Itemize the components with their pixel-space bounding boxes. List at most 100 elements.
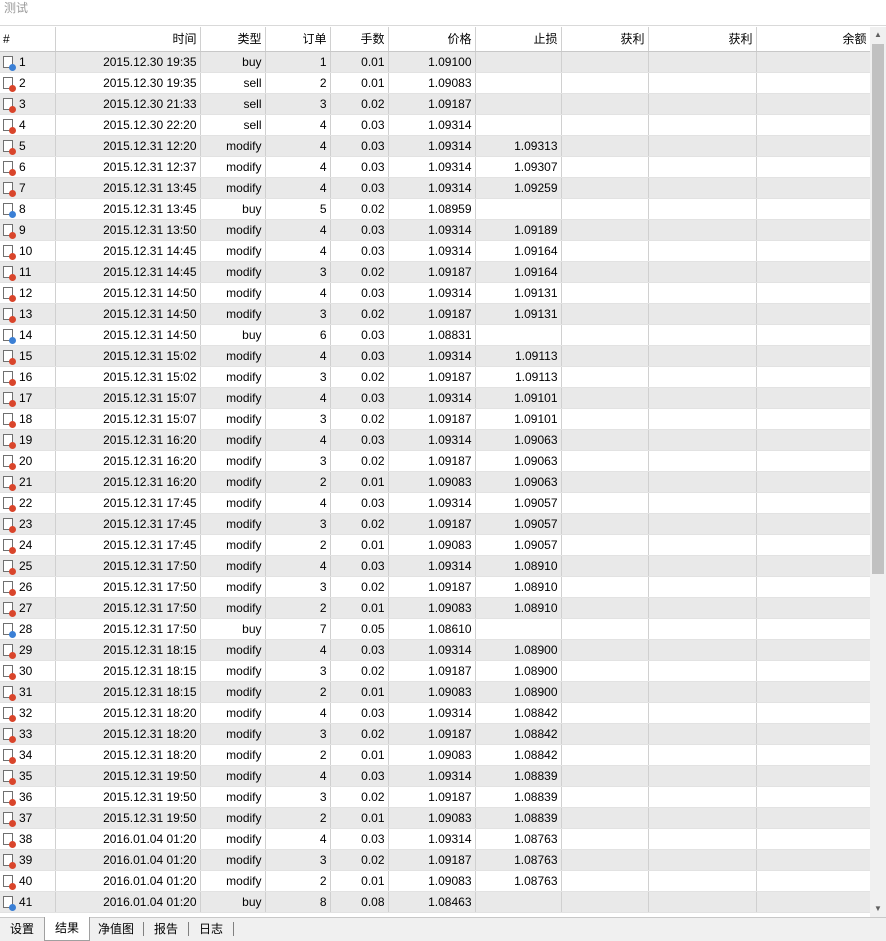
vertical-scrollbar[interactable]: ▲ ▼	[870, 27, 886, 917]
table-row[interactable]: 27 2015.12.31 17:50 modify 2 0.01 1.09083 1.08…	[0, 597, 870, 619]
table-row[interactable]: 7 2015.12.31 13:45 modify 4 0.03 1.09314 1.092…	[0, 177, 870, 199]
table-row[interactable]: 37 2015.12.31 19:50 modify 2 0.01 1.09083 1.08…	[0, 807, 870, 829]
cell-time: 2015.12.31 18:20	[55, 702, 201, 724]
tab-settings[interactable]: 设置	[0, 922, 45, 936]
table-row[interactable]: 5 2015.12.31 12:20 modify 4 0.03 1.09314 1.093…	[0, 135, 870, 157]
table-row[interactable]: 15 2015.12.31 15:02 modify 4 0.03 1.09314 1.09…	[0, 345, 870, 367]
row-number: 30	[19, 663, 33, 678]
table-row[interactable]: 40 2016.01.04 01:20 modify 2 0.01 1.09083 1.08…	[0, 870, 870, 892]
cell-take-profit	[561, 555, 649, 577]
red-dot-doc-icon	[3, 811, 16, 827]
col-header-order[interactable]: 订单	[265, 27, 331, 52]
cell-order: 2	[265, 870, 331, 892]
table-row[interactable]: 4 2015.12.30 22:20 sell 4 0.03 1.09314	[0, 114, 870, 136]
table-row[interactable]: 10 2015.12.31 14:45 modify 4 0.03 1.09314 1.09…	[0, 240, 870, 262]
table-row[interactable]: 2 2015.12.30 19:35 sell 2 0.01 1.09083	[0, 72, 870, 94]
table-row[interactable]: 35 2015.12.31 19:50 modify 4 0.03 1.09314 1.08…	[0, 765, 870, 787]
scroll-up-arrow-icon[interactable]: ▲	[870, 27, 886, 43]
cell-index: 1	[0, 51, 56, 73]
row-number: 35	[19, 768, 33, 783]
cell-time: 2015.12.31 12:37	[55, 156, 201, 178]
cell-lots: 0.03	[330, 429, 389, 451]
cell-take-profit	[561, 618, 649, 640]
table-row[interactable]: 13 2015.12.31 14:50 modify 3 0.02 1.09187 1.09…	[0, 303, 870, 325]
cell-price: 1.09187	[388, 849, 476, 871]
col-header-stop-loss[interactable]: 止损	[475, 27, 562, 52]
col-header-index[interactable]: #	[0, 27, 56, 52]
table-row[interactable]: 36 2015.12.31 19:50 modify 3 0.02 1.09187 1.08…	[0, 786, 870, 808]
tab-report[interactable]: 报告	[144, 922, 189, 936]
col-header-time[interactable]: 时间	[55, 27, 201, 52]
col-header-balance[interactable]: 余额	[756, 27, 870, 52]
table-row[interactable]: 11 2015.12.31 14:45 modify 3 0.02 1.09187 1.09…	[0, 261, 870, 283]
cell-type: modify	[200, 471, 266, 493]
cell-order: 3	[265, 303, 331, 325]
cell-price: 1.09314	[388, 429, 476, 451]
results-table-container[interactable]: # 时间 类型 订单 手数 价格 止损 获利 获利 余额 1 2015.12.30…	[0, 27, 870, 917]
table-row[interactable]: 23 2015.12.31 17:45 modify 3 0.02 1.09187 1.09…	[0, 513, 870, 535]
cell-price: 1.09083	[388, 72, 476, 94]
row-number: 33	[19, 726, 33, 741]
table-row[interactable]: 20 2015.12.31 16:20 modify 3 0.02 1.09187 1.09…	[0, 450, 870, 472]
cell-profit	[648, 723, 757, 745]
col-header-lots[interactable]: 手数	[330, 27, 389, 52]
table-row[interactable]: 22 2015.12.31 17:45 modify 4 0.03 1.09314 1.09…	[0, 492, 870, 514]
table-row[interactable]: 8 2015.12.31 13:45 buy 5 0.02 1.08959	[0, 198, 870, 220]
cell-lots: 0.02	[330, 366, 389, 388]
window-title: 测试	[4, 1, 29, 15]
tab-equity-chart[interactable]: 净值图	[89, 922, 144, 936]
table-row[interactable]: 28 2015.12.31 17:50 buy 7 0.05 1.08610	[0, 618, 870, 640]
cell-type: buy	[200, 51, 266, 73]
cell-balance	[756, 492, 870, 514]
table-row[interactable]: 1 2015.12.30 19:35 buy 1 0.01 1.09100	[0, 51, 870, 73]
col-header-price[interactable]: 价格	[388, 27, 476, 52]
table-row[interactable]: 24 2015.12.31 17:45 modify 2 0.01 1.09083 1.09…	[0, 534, 870, 556]
table-row[interactable]: 9 2015.12.31 13:50 modify 4 0.03 1.09314 1.091…	[0, 219, 870, 241]
scrollbar-thumb[interactable]	[872, 44, 884, 574]
cell-order: 2	[265, 471, 331, 493]
cell-balance	[756, 807, 870, 829]
table-row[interactable]: 14 2015.12.31 14:50 buy 6 0.03 1.08831	[0, 324, 870, 346]
col-header-type[interactable]: 类型	[200, 27, 266, 52]
table-row[interactable]: 41 2016.01.04 01:20 buy 8 0.08 1.08463	[0, 891, 870, 913]
cell-index: 8	[0, 198, 56, 220]
cell-stop-loss: 1.08910	[475, 576, 562, 598]
cell-time: 2015.12.31 13:50	[55, 219, 201, 241]
row-number: 14	[19, 327, 33, 342]
cell-order: 4	[265, 492, 331, 514]
table-row[interactable]: 26 2015.12.31 17:50 modify 3 0.02 1.09187 1.08…	[0, 576, 870, 598]
tab-journal[interactable]: 日志	[189, 922, 234, 936]
table-row[interactable]: 33 2015.12.31 18:20 modify 3 0.02 1.09187 1.08…	[0, 723, 870, 745]
cell-profit	[648, 828, 757, 850]
table-row[interactable]: 29 2015.12.31 18:15 modify 4 0.03 1.09314 1.08…	[0, 639, 870, 661]
table-row[interactable]: 38 2016.01.04 01:20 modify 4 0.03 1.09314 1.08…	[0, 828, 870, 850]
table-row[interactable]: 18 2015.12.31 15:07 modify 3 0.02 1.09187 1.09…	[0, 408, 870, 430]
table-row[interactable]: 16 2015.12.31 15:02 modify 3 0.02 1.09187 1.09…	[0, 366, 870, 388]
cell-profit	[648, 219, 757, 241]
table-row[interactable]: 17 2015.12.31 15:07 modify 4 0.03 1.09314 1.09…	[0, 387, 870, 409]
table-row[interactable]: 19 2015.12.31 16:20 modify 4 0.03 1.09314 1.09…	[0, 429, 870, 451]
col-header-profit[interactable]: 获利	[648, 27, 757, 52]
table-row[interactable]: 39 2016.01.04 01:20 modify 3 0.02 1.09187 1.08…	[0, 849, 870, 871]
cell-time: 2015.12.31 14:45	[55, 261, 201, 283]
table-row[interactable]: 6 2015.12.31 12:37 modify 4 0.03 1.09314 1.093…	[0, 156, 870, 178]
col-header-take-profit[interactable]: 获利	[561, 27, 649, 52]
table-row[interactable]: 25 2015.12.31 17:50 modify 4 0.03 1.09314 1.08…	[0, 555, 870, 577]
table-row[interactable]: 12 2015.12.31 14:50 modify 4 0.03 1.09314 1.09…	[0, 282, 870, 304]
row-number: 20	[19, 453, 33, 468]
table-row[interactable]: 3 2015.12.30 21:33 sell 3 0.02 1.09187	[0, 93, 870, 115]
table-row[interactable]: 31 2015.12.31 18:15 modify 2 0.01 1.09083 1.08…	[0, 681, 870, 703]
cell-take-profit	[561, 891, 649, 913]
table-row[interactable]: 21 2015.12.31 16:20 modify 2 0.01 1.09083 1.09…	[0, 471, 870, 493]
cell-price: 1.09083	[388, 870, 476, 892]
table-row[interactable]: 32 2015.12.31 18:20 modify 4 0.03 1.09314 1.08…	[0, 702, 870, 724]
tab-results[interactable]: 结果	[44, 917, 90, 941]
table-row[interactable]: 30 2015.12.31 18:15 modify 3 0.02 1.09187 1.08…	[0, 660, 870, 682]
cell-stop-loss	[475, 618, 562, 640]
cell-take-profit	[561, 870, 649, 892]
table-row[interactable]: 34 2015.12.31 18:20 modify 2 0.01 1.09083 1.08…	[0, 744, 870, 766]
scroll-down-arrow-icon[interactable]: ▼	[870, 901, 886, 917]
cell-order: 3	[265, 576, 331, 598]
cell-stop-loss	[475, 891, 562, 913]
red-dot-doc-icon	[3, 559, 16, 575]
